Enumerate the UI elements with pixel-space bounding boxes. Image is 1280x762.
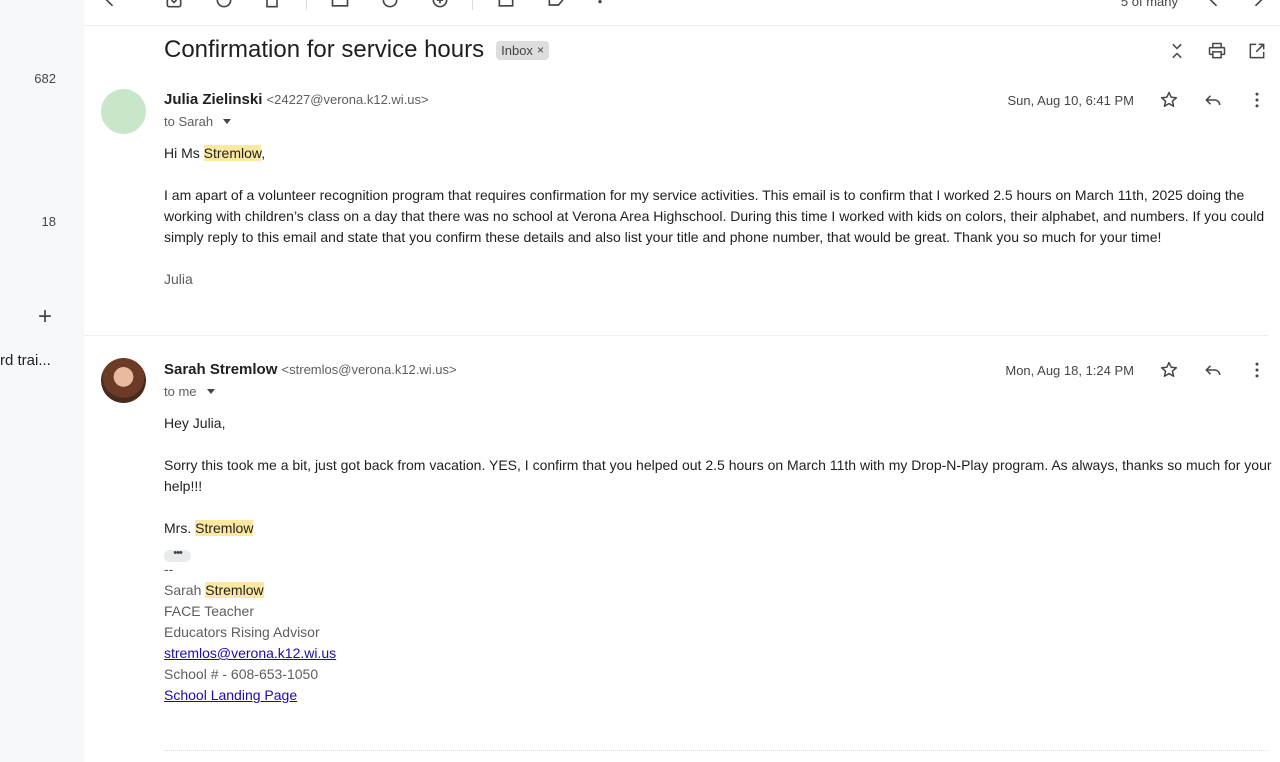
subject-title: Confirmation for service hours: [164, 36, 485, 63]
remove-label-icon[interactable]: ×: [537, 43, 544, 57]
reply-icon[interactable]: [1202, 359, 1224, 381]
sender-email: <stremlos@verona.k12.wi.us>: [281, 362, 457, 377]
archive-icon[interactable]: [164, 0, 184, 10]
star-icon[interactable]: [1158, 89, 1180, 111]
sender-line: Julia Zielinski <24227@verona.k12.wi.us>: [164, 91, 429, 108]
rail-count-1: 682: [34, 71, 56, 86]
collapse-all-icon[interactable]: [1166, 40, 1188, 62]
chevron-down-icon: [206, 389, 215, 394]
message-divider: [84, 335, 1268, 336]
bottom-divider: [164, 750, 1268, 751]
left-rail: 682 18 + rd trai...: [0, 0, 84, 762]
signature-first: Sarah: [164, 582, 206, 598]
signature-dash: --: [164, 561, 174, 577]
highlighted-term: Stremlow: [205, 582, 264, 598]
signoff: Julia: [164, 271, 193, 287]
message-date: Mon, Aug 18, 1:24 PM: [1005, 362, 1134, 378]
recipients-toggle[interactable]: to Sarah: [164, 114, 232, 129]
chevron-down-icon: [223, 119, 232, 124]
signature-name: Sarah Stremlow: [164, 580, 1274, 601]
print-icon[interactable]: [1206, 40, 1228, 62]
avatar[interactable]: [101, 358, 146, 403]
thread-subject: Confirmation for service hours Inbox ×: [164, 36, 549, 64]
more-options-icon[interactable]: [590, 0, 610, 10]
delete-icon[interactable]: [262, 0, 282, 10]
school-landing-page-link[interactable]: School Landing Page: [164, 687, 297, 703]
older-icon[interactable]: [1248, 0, 1268, 10]
sender-name[interactable]: Sarah Stremlow: [164, 361, 277, 378]
star-icon[interactable]: [1158, 359, 1180, 381]
sender-name[interactable]: Julia Zielinski: [164, 91, 262, 108]
more-vert-icon[interactable]: [1246, 359, 1268, 381]
signature-phone: School # - 608-653-1050: [164, 666, 319, 682]
recipients-label: to me: [164, 384, 197, 399]
message-body: Hi Ms Stremlow, I am apart of a voluntee…: [164, 143, 1274, 290]
reply-icon[interactable]: [1202, 89, 1224, 111]
toolbar: 5 of many: [84, 0, 1280, 26]
highlighted-term: Stremlow: [195, 520, 254, 536]
signoff: Mrs. Stremlow: [164, 518, 1274, 539]
recipients-toggle[interactable]: to me: [164, 384, 215, 399]
message-body: Hey Julia, Sorry this took me a bit, jus…: [164, 413, 1274, 706]
snooze-icon[interactable]: [380, 0, 400, 10]
add-label-icon[interactable]: +: [38, 305, 52, 329]
greeting-suffix: ,: [261, 145, 266, 161]
open-new-window-icon[interactable]: [1246, 40, 1268, 62]
signature-role: Educators Rising Advisor: [164, 624, 320, 640]
rail-label-item[interactable]: rd trai...: [0, 352, 51, 369]
move-to-icon[interactable]: [496, 0, 516, 10]
message-date: Sun, Aug 10, 6:41 PM: [1007, 92, 1134, 108]
greeting-prefix: Hi Ms: [164, 145, 204, 161]
message-meta: Mon, Aug 18, 1:24 PM: [1005, 359, 1268, 381]
avatar[interactable]: [101, 89, 146, 134]
toolbar-divider: [306, 0, 307, 10]
add-task-icon[interactable]: [430, 0, 450, 10]
recipients-label: to Sarah: [164, 114, 214, 129]
more-vert-icon[interactable]: [1246, 89, 1268, 111]
back-icon[interactable]: [100, 0, 120, 10]
rail-count-2: 18: [41, 214, 56, 229]
greeting: Hi Ms Stremlow,: [164, 143, 1274, 164]
pagination-count: 5 of many: [1120, 0, 1178, 9]
inbox-label-chip[interactable]: Inbox ×: [496, 40, 549, 60]
label-icon[interactable]: [546, 0, 566, 10]
report-spam-icon[interactable]: [214, 0, 234, 10]
sender-email: <24227@verona.k12.wi.us>: [266, 92, 429, 107]
signature-title: FACE Teacher: [164, 603, 255, 619]
signature-email-link[interactable]: stremlos@verona.k12.wi.us: [164, 645, 336, 661]
highlighted-term: Stremlow: [203, 145, 262, 161]
body-paragraph: I am apart of a volunteer recognition pr…: [164, 187, 1265, 245]
signoff-prefix: Mrs.: [164, 520, 196, 536]
body-paragraph: Sorry this took me a bit, just got back …: [164, 457, 1272, 494]
greeting: Hey Julia,: [164, 415, 226, 431]
message-meta: Sun, Aug 10, 6:41 PM: [1008, 89, 1268, 111]
toolbar-divider: [472, 0, 473, 10]
inbox-label-text: Inbox: [501, 42, 533, 58]
subject-actions: [1166, 40, 1268, 62]
newer-icon[interactable]: [1204, 0, 1224, 10]
show-trimmed-content: •••: [164, 539, 1274, 562]
sender-line: Sarah Stremlow <stremlos@verona.k12.wi.u…: [164, 361, 457, 378]
mark-unread-icon[interactable]: [330, 0, 350, 10]
